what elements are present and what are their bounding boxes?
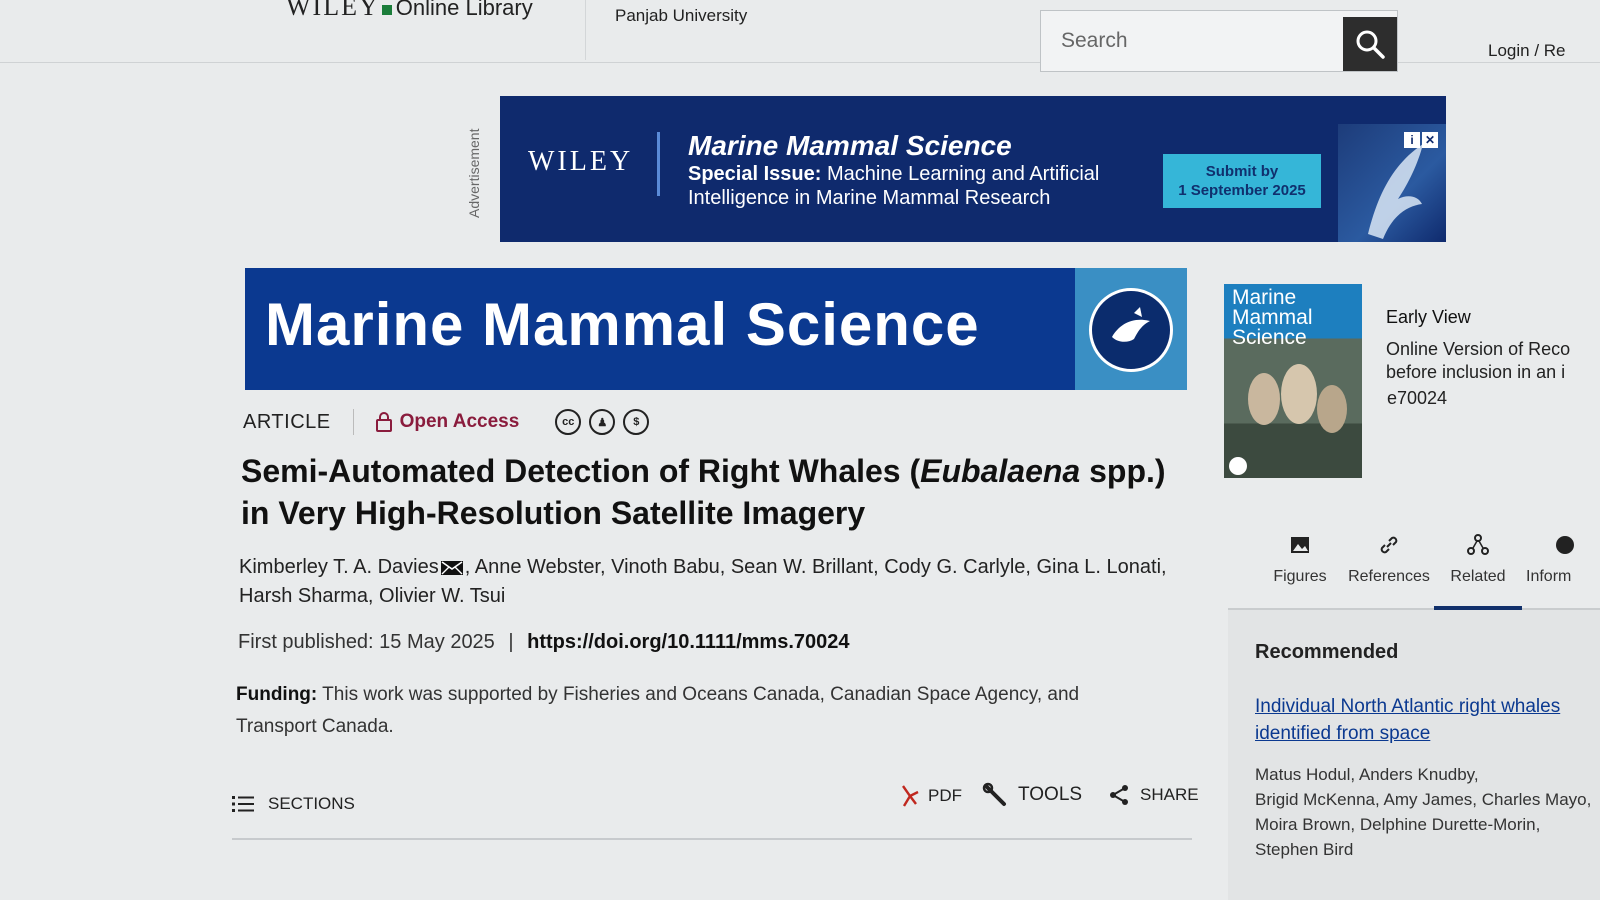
title-species: Eubalaena	[920, 453, 1081, 489]
first-published: First published: 15 May 2025	[238, 631, 495, 653]
early-view-text: Online Version of Reco before inclusion …	[1386, 338, 1600, 384]
early-view-line2: before inclusion in an i	[1386, 362, 1566, 382]
cc-icon: cc	[555, 409, 582, 435]
advertisement-label: Advertisement	[466, 100, 490, 220]
seal-photo-icon	[1229, 364, 1347, 475]
journal-seal-icon	[1089, 288, 1173, 372]
by-icon: ♟	[589, 409, 616, 435]
tab-references-label: References	[1348, 568, 1430, 585]
wrench-icon	[982, 782, 1006, 806]
article-title: Semi-Automated Detection of Right Whales…	[241, 450, 1201, 534]
brand-dot-icon	[381, 5, 392, 15]
list-icon	[232, 796, 254, 812]
sections-button[interactable]: SECTIONS	[232, 794, 355, 814]
share-button[interactable]: SHARE	[1108, 784, 1199, 806]
online-library-text: Online Library	[395, 0, 533, 20]
advertisement-label-text: Advertisement	[466, 128, 482, 218]
lock-open-icon	[375, 412, 392, 432]
tab-references[interactable]: References	[1348, 534, 1430, 606]
login-register-link[interactable]: Login / Re	[1488, 41, 1566, 61]
funding-statement: Funding: This work was supported by Fish…	[236, 679, 1156, 743]
ad-special-label: Special Issue:	[688, 163, 822, 185]
rec-link-line1: Individual North Atlantic right whales	[1255, 696, 1561, 717]
share-label: SHARE	[1140, 785, 1199, 804]
open-access-badge: Open Access	[375, 411, 520, 433]
author-list: Kimberley T. A. Davies, Anne Webster, Vi…	[239, 553, 1179, 611]
email-icon[interactable]	[440, 560, 463, 575]
sidebar-tabs: Figures References Related Inform	[1228, 534, 1600, 610]
ad-controls: i ✕	[1404, 132, 1438, 148]
tools-button[interactable]: TOOLS	[982, 782, 1082, 808]
ad-wiley-logo: WILEY	[528, 146, 634, 177]
license-icons[interactable]: cc ♟ $	[555, 409, 650, 435]
ad-cta-line2: 1 September 2025	[1178, 182, 1306, 199]
search-box	[1040, 10, 1398, 72]
funding-text: This work was supported by Fisheries and…	[236, 684, 1080, 737]
pdf-button[interactable]: PDF	[900, 784, 962, 808]
tab-figures[interactable]: Figures	[1268, 534, 1332, 606]
pub-separator: |	[508, 631, 514, 653]
recommended-authors: Matus Hodul, Anders Knudby, Brigid McKen…	[1255, 762, 1600, 862]
tools-label: TOOLS	[1018, 784, 1083, 805]
article-id: e70024	[1387, 388, 1448, 408]
ad-info-icon[interactable]: i	[1404, 132, 1420, 148]
advertisement-banner[interactable]: WILEY Marine Mammal Science Special Issu…	[500, 96, 1446, 242]
tab-information[interactable]: Inform	[1526, 534, 1600, 606]
ad-cta-line1: Submit by	[1205, 163, 1279, 180]
sections-label: SECTIONS	[268, 794, 355, 813]
journal-cover-image[interactable]: Marine Mammal Science	[1224, 284, 1362, 478]
info-icon	[1556, 536, 1574, 554]
funding-label: Funding:	[236, 684, 318, 705]
search-input[interactable]	[1041, 11, 1353, 71]
pdf-icon	[902, 785, 919, 807]
nc-icon: $	[623, 409, 650, 435]
search-button[interactable]	[1343, 17, 1397, 71]
tab-related[interactable]: Related	[1434, 534, 1522, 610]
ad-submit-button[interactable]: Submit by 1 September 2025	[1163, 154, 1321, 208]
article-action-bar: SECTIONS PDF TOOLS SHARE	[232, 780, 1199, 840]
tab-information-label: Inform	[1526, 568, 1572, 585]
ad-special-issue-text: Special Issue: Machine Learning and Arti…	[688, 162, 1158, 210]
ad-divider	[657, 132, 660, 196]
journal-title: Marine Mammal Science	[265, 291, 980, 358]
rec-authors-line3: Moira Brown, Delphine Durette-Morin,	[1255, 815, 1541, 834]
rec-link-line2: identified from space	[1255, 723, 1431, 744]
open-access-label: Open Access	[399, 411, 520, 432]
pdf-label: PDF	[928, 786, 962, 805]
ad-cta-text: Submit by 1 September 2025	[1178, 162, 1306, 200]
title-part1: Semi-Automated Detection of Right Whales…	[241, 453, 921, 489]
article-meta-row: ARTICLE Open Access cc ♟ $	[243, 407, 650, 437]
author-link[interactable]: Kimberley T. A. Davies	[239, 556, 439, 578]
meta-divider	[352, 409, 354, 435]
search-icon	[1356, 30, 1385, 59]
recommended-heading: Recommended	[1255, 641, 1399, 663]
ad-close-icon[interactable]: ✕	[1422, 132, 1438, 148]
related-icon	[1467, 534, 1489, 555]
early-view-line1: Online Version of Reco	[1386, 339, 1571, 359]
wiley-online-library-logo[interactable]: WILEY Online Library	[286, 0, 533, 22]
article-type: ARTICLE	[243, 410, 331, 433]
image-icon	[1291, 537, 1309, 553]
tab-related-label: Related	[1450, 568, 1506, 585]
header-divider	[585, 0, 586, 60]
journal-logo	[1075, 268, 1187, 390]
journal-banner[interactable]: Marine Mammal Science	[245, 268, 1187, 390]
wiley-wordmark: WILEY	[286, 0, 380, 21]
link-icon	[1380, 536, 1398, 554]
doi-link[interactable]: https://doi.org/10.1111/mms.70024	[527, 631, 849, 653]
institution-name: Panjab University	[615, 6, 748, 25]
share-icon	[1110, 785, 1128, 805]
rec-authors-line1: Matus Hodul, Anders Knudby,	[1255, 765, 1479, 784]
recommended-article-link[interactable]: Individual North Atlantic right whales i…	[1255, 693, 1600, 747]
ad-journal-title: Marine Mammal Science	[688, 130, 1012, 161]
top-header: WILEY Online Library Panjab University Lo…	[0, 0, 1600, 72]
publication-info: First published: 15 May 2025 | https://d…	[238, 631, 850, 654]
tab-figures-label: Figures	[1273, 568, 1327, 585]
rec-authors-line4: Stephen Bird	[1255, 840, 1354, 859]
rec-authors-line2: Brigid McKenna, Amy James, Charles Mayo,	[1255, 790, 1592, 809]
early-view-heading: Early View	[1386, 307, 1471, 327]
